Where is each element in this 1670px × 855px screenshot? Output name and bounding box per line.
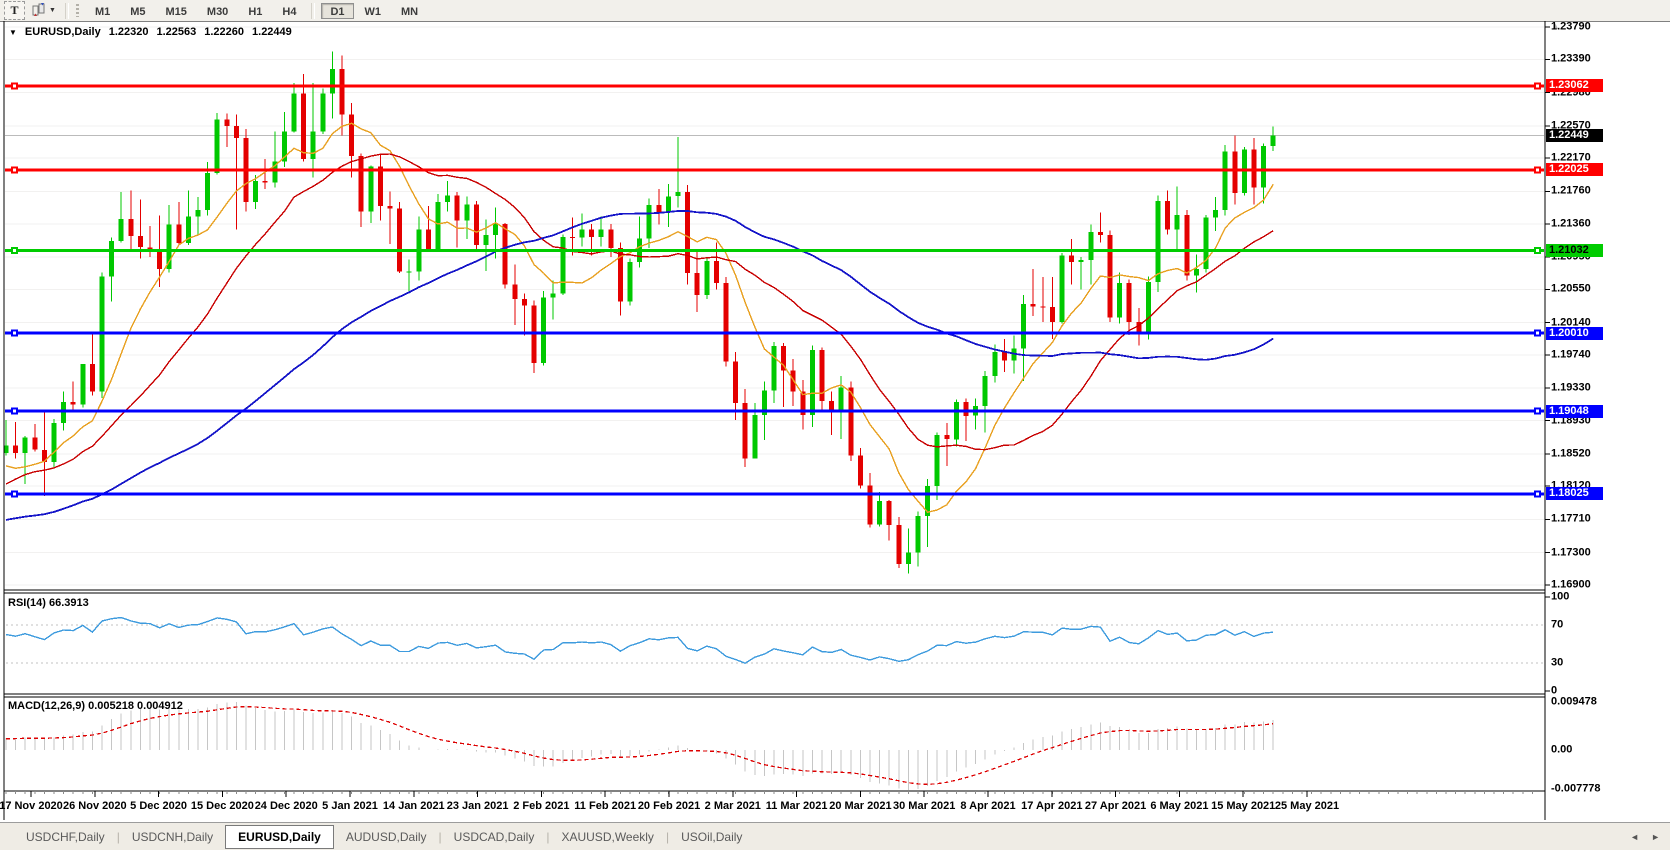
price-axis-label: 1.16900	[1551, 580, 1591, 591]
date-axis-label: 5 Jan 2021	[322, 800, 378, 812]
ohlc-close-value: 1.22449	[252, 26, 292, 38]
rsi-axis-label: 30	[1551, 657, 1563, 668]
hline-price-badge: 1.22025	[1546, 163, 1603, 176]
date-axis-label: 17 Apr 2021	[1021, 800, 1082, 812]
date-axis-label: 25 May 2021	[1275, 800, 1339, 812]
tab-scroll-left-icon[interactable]: ◄	[1630, 832, 1639, 842]
date-axis-label: 20 Feb 2021	[638, 800, 700, 812]
chart-symbol-label: EURUSD,Daily	[25, 26, 101, 38]
date-axis-label: 14 Jan 2021	[383, 800, 445, 812]
date-axis-label: 2 Feb 2021	[513, 800, 569, 812]
hline-price-badge: 1.21032	[1546, 244, 1603, 257]
date-axis-label: 27 Apr 2021	[1085, 800, 1146, 812]
ohlc-low-value: 1.22260	[204, 26, 244, 38]
toolbar-grip-handle[interactable]	[76, 4, 79, 17]
current-price-badge: 1.22449	[1546, 129, 1603, 142]
date-axis-label: 17 Nov 2020	[0, 800, 63, 812]
date-axis-label: 20 Mar 2021	[829, 800, 891, 812]
price-axis-label: 1.21760	[1551, 186, 1591, 197]
timeframe-button-m1[interactable]: M1	[86, 3, 119, 19]
tab-xauusd[interactable]: XAUUSD,Weekly	[549, 826, 665, 848]
date-axis-label: 30 Mar 2021	[893, 800, 955, 812]
timeframe-button-h1[interactable]: H1	[239, 3, 271, 19]
date-axis-label: 24 Dec 2020	[255, 800, 318, 812]
timeframe-button-d1[interactable]: D1	[321, 3, 353, 19]
price-axis-label: 1.18520	[1551, 448, 1591, 459]
arrange-icon-glyph	[31, 3, 47, 18]
price-axis-label: 1.19740	[1551, 349, 1591, 360]
macd-axis-label: -0.007778	[1551, 784, 1601, 795]
tab-eurusd[interactable]: EURUSD,Daily	[225, 825, 334, 849]
chart-header: ▼ EURUSD,Daily 1.22320 1.22563 1.22260 1…	[9, 26, 292, 38]
tab-usdchf[interactable]: USDCHF,Daily	[14, 826, 117, 848]
tab-usdcnh[interactable]: USDCNH,Daily	[120, 826, 225, 848]
timeframe-button-mn[interactable]: MN	[392, 3, 427, 19]
date-axis-label: 6 May 2021	[1150, 800, 1208, 812]
date-axis-label: 8 Apr 2021	[960, 800, 1015, 812]
hline-price-badge: 1.18025	[1546, 487, 1603, 500]
date-axis-label: 23 Jan 2021	[447, 800, 509, 812]
chevron-down-icon[interactable]: ▼	[49, 7, 56, 14]
price-axis-label: 1.19330	[1551, 383, 1591, 394]
date-axis-label: 11 Mar 2021	[766, 800, 828, 812]
date-axis-label: 15 Dec 2020	[191, 800, 254, 812]
date-axis-label: 26 Nov 2020	[63, 800, 127, 812]
date-axis-label: 11 Feb 2021	[574, 800, 636, 812]
price-axis-label: 1.22170	[1551, 153, 1591, 164]
date-axis-label: 15 May 2021	[1211, 800, 1275, 812]
tab-usdcad[interactable]: USDCAD,Daily	[442, 826, 547, 848]
rsi-axis-label: 70	[1551, 620, 1563, 631]
tab-audusd[interactable]: AUDUSD,Daily	[334, 826, 439, 848]
symbol-tabs: USDCHF,Daily|USDCNH,DailyEURUSD,DailyAUD…	[14, 825, 754, 849]
macd-axis-label: 0.00	[1551, 744, 1572, 755]
timeframe-button-m5[interactable]: M5	[121, 3, 154, 19]
timeframe-button-m15[interactable]: M15	[157, 3, 196, 19]
timeframe-button-m30[interactable]: M30	[198, 3, 237, 19]
hline-price-badge: 1.23062	[1546, 79, 1603, 92]
timeframe-button-h4[interactable]: H4	[273, 3, 305, 19]
date-axis-label: 2 Mar 2021	[705, 800, 761, 812]
toolbar-separator	[311, 3, 315, 19]
timeframe-button-group: M1M5M15M30H1H4 D1W1MN	[85, 3, 428, 19]
chart-arrange-icon[interactable]	[31, 3, 47, 18]
price-axis-label: 1.17710	[1551, 514, 1591, 525]
collapse-triangle-icon[interactable]: ▼	[9, 28, 17, 37]
toolbar-separator	[65, 3, 69, 19]
symbol-tab-bar: USDCHF,Daily|USDCNH,DailyEURUSD,DailyAUD…	[0, 822, 1670, 850]
tab-usoil[interactable]: USOil,Daily	[669, 826, 754, 848]
hline-price-badge: 1.20010	[1546, 327, 1603, 340]
text-tool-button[interactable]: T	[4, 1, 25, 20]
price-axis-label: 1.20550	[1551, 284, 1591, 295]
price-axis-label: 1.17300	[1551, 547, 1591, 558]
chart-plot-area[interactable]	[0, 0, 1670, 855]
price-axis-label: 1.21360	[1551, 218, 1591, 229]
tab-scroll-nav: ◄ ►	[1630, 832, 1660, 842]
timeframe-button-w1[interactable]: W1	[356, 3, 391, 19]
date-axis-label: 5 Dec 2020	[130, 800, 187, 812]
ohlc-high-value: 1.22563	[156, 26, 196, 38]
price-axis-label: 1.23790	[1551, 22, 1591, 33]
rsi-axis-label: 100	[1551, 592, 1569, 603]
price-axis-label: 1.23390	[1551, 54, 1591, 65]
macd-axis-label: 0.009478	[1551, 697, 1597, 708]
ohlc-open-value: 1.22320	[109, 26, 149, 38]
macd-indicator-label: MACD(12,26,9) 0.005218 0.004912	[8, 700, 183, 712]
hline-price-badge: 1.19048	[1546, 405, 1603, 418]
tab-scroll-right-icon[interactable]: ►	[1651, 832, 1660, 842]
rsi-indicator-label: RSI(14) 66.3913	[8, 597, 89, 609]
top-toolbar: T ▼ M1M5M15M30H1H4 D1W1MN	[0, 0, 1670, 21]
